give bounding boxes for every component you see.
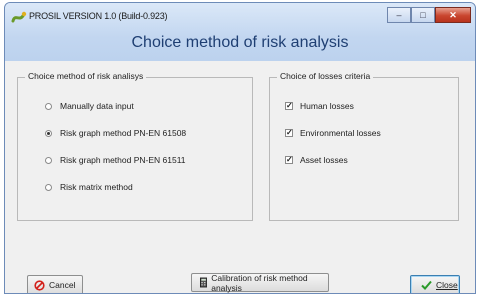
- cancel-button[interactable]: Cancel: [27, 275, 83, 293]
- dialog-body: Choice method of risk analisys Manually …: [5, 61, 475, 293]
- checkbox-label: Human losses: [300, 101, 354, 111]
- cancel-label: Cancel: [49, 280, 76, 290]
- radio-manual-input[interactable]: Manually data input: [45, 101, 134, 111]
- radio-risk-graph-61508[interactable]: Risk graph method PN-EN 61508: [45, 128, 186, 138]
- checkbox-label: Environmental losses: [300, 128, 381, 138]
- close-icon: ✕: [449, 9, 457, 20]
- maximize-icon: □: [420, 10, 426, 20]
- window-close-button[interactable]: ✕: [435, 7, 471, 23]
- checkbox-human-losses[interactable]: ✓ Human losses: [285, 101, 354, 111]
- radio-indicator[interactable]: [45, 156, 52, 164]
- checkbox-indicator[interactable]: ✓: [285, 102, 293, 110]
- losses-group: Choice of losses criteria ✓ Human losses…: [269, 71, 459, 221]
- losses-group-legend: Choice of losses criteria: [277, 71, 374, 81]
- calibration-label: Calibration of risk method analysis: [211, 272, 308, 293]
- checkbox-label: Asset losses: [300, 155, 348, 165]
- radio-indicator[interactable]: [45, 183, 52, 191]
- page-title: Choice method of risk analysis: [131, 34, 349, 51]
- radio-label: Risk matrix method: [60, 182, 133, 192]
- radio-label: Risk graph method PN-EN 61511: [60, 155, 186, 165]
- minimize-icon: –: [396, 10, 402, 20]
- checkmark-icon: [421, 280, 432, 290]
- radio-label: Risk graph method PN-EN 61508: [60, 128, 187, 138]
- close-label: Close: [436, 280, 458, 290]
- method-group-legend: Choice method of risk analisys: [25, 71, 147, 81]
- close-button[interactable]: Close: [410, 275, 460, 293]
- no-entry-icon: [34, 279, 45, 291]
- calibration-button[interactable]: Calibration of risk method analysis: [191, 272, 329, 293]
- title-bar[interactable]: PROSIL VERSION 1.0 (Build-0.923) – □ ✕ C…: [5, 3, 475, 61]
- maximize-button[interactable]: □: [411, 7, 435, 23]
- window-title: PROSIL VERSION 1.0 (Build-0.923): [29, 11, 168, 21]
- radio-indicator[interactable]: [45, 129, 52, 137]
- checkbox-environmental-losses[interactable]: ✓ Environmental losses: [285, 128, 381, 138]
- radio-label: Manually data input: [60, 101, 134, 111]
- checkbox-indicator[interactable]: ✓: [285, 129, 293, 137]
- radio-indicator[interactable]: [45, 102, 52, 110]
- main-window: PROSIL VERSION 1.0 (Build-0.923) – □ ✕ C…: [4, 2, 476, 294]
- radio-risk-matrix[interactable]: Risk matrix method: [45, 182, 133, 192]
- method-group: Choice method of risk analisys Manually …: [17, 71, 253, 221]
- caption-buttons: – □ ✕: [387, 7, 471, 23]
- radio-risk-graph-61511[interactable]: Risk graph method PN-EN 61511: [45, 155, 186, 165]
- snake-logo-icon: [11, 11, 27, 23]
- checkbox-indicator[interactable]: ✓: [285, 156, 293, 164]
- minimize-button[interactable]: –: [387, 7, 411, 23]
- checkbox-asset-losses[interactable]: ✓ Asset losses: [285, 155, 348, 165]
- calculator-icon: [200, 277, 208, 288]
